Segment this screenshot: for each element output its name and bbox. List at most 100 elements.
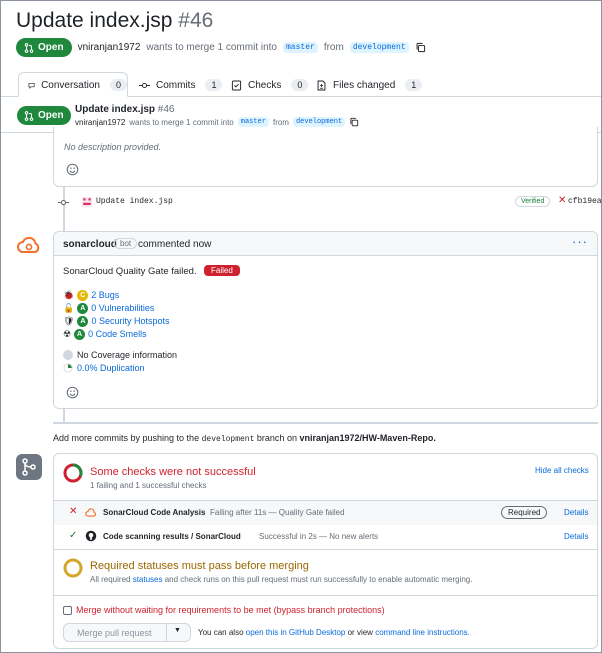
duplication-icon [63,363,73,373]
push-hint-middle: branch on [256,433,297,443]
fail-x-icon: ✕ [69,506,78,517]
rating-a-icon: A [74,329,86,340]
metric-vulnerabilities-link[interactable]: 0 Vulnerabilities [91,302,154,315]
tab-conversation[interactable]: Conversation 0 [18,72,128,97]
bug-icon: 🐞 [63,290,75,300]
pending-status-ring-icon [63,558,83,578]
push-hint: Add more commits by pushing to the devel… [53,433,436,444]
github-desktop-link[interactable]: open this in GitHub Desktop [246,628,346,637]
checklist-icon [231,80,242,90]
hide-all-checks-link[interactable]: Hide all checks [535,466,589,475]
copy-icon[interactable] [415,42,426,53]
bot-badge: bot [114,238,138,249]
push-hint-repo[interactable]: vniranjan1972/HW-Maven-Repo. [299,433,435,443]
divider [54,595,597,596]
description-text: No description provided. [64,142,162,152]
tab-commits-label: Commits [156,79,196,91]
commit-icon [58,199,69,206]
bypass-row: Merge without waiting for requirements t… [63,605,385,615]
metric-code-smells: ☢ A 0 Code Smells [63,328,169,341]
sonarcloud-avatar[interactable] [15,231,43,259]
pr-title-row: Update index.jsp #46 [16,9,213,33]
copy-icon[interactable] [349,117,359,127]
coverage-text: No Coverage information [77,350,178,360]
base-branch[interactable]: master [283,42,318,53]
verified-badge[interactable]: Verified [515,196,551,207]
comment-header: sonarcloud bot commented now ··· [54,232,597,256]
push-hint-prefix: Add more commits by pushing to the [53,433,200,443]
metric-code-smells-link[interactable]: 0 Code Smells [88,328,147,341]
comment-icon [28,82,35,89]
bypass-label[interactable]: Merge without waiting for requirements t… [76,605,385,615]
duplication-row: 0.0% Duplication [63,363,145,373]
tab-files-changed[interactable]: Files changed 1 [316,72,423,98]
checks-status-ring-icon [63,463,83,483]
check-row: ✕ SonarCloud Code Analysis Failing after… [54,501,597,525]
required-title: Required statuses must pass before mergi… [90,560,309,572]
sticky-head-branch[interactable]: development [292,117,346,127]
shield-icon: 🛡 [63,316,75,326]
checks-subtitle: 1 failing and 1 successful checks [90,481,207,490]
sticky-title-row: Update index.jsp #46 [75,104,174,115]
merge-pull-request-button[interactable]: Merge pull request [77,628,152,638]
sonarcloud-comment-card: sonarcloud bot commented now ··· SonarCl… [53,231,598,409]
sticky-open-badge: Open [17,106,71,125]
commit-fail-icon[interactable]: ✕ [558,195,566,206]
head-branch[interactable]: development [349,42,409,53]
author-link[interactable]: vniranjan1972 [78,42,141,53]
sticky-author[interactable]: vniranjan1972 [75,118,125,127]
merge-method-dropdown-icon[interactable]: ▼ [174,627,181,634]
merge-hint-or: or view [347,628,373,637]
tab-conversation-count: 0 [109,79,127,91]
kebab-menu-icon[interactable]: ··· [572,234,588,249]
pr-title: Update index.jsp [16,9,173,32]
checks-title: Some checks were not successful [90,466,256,478]
git-merge-icon [22,458,36,476]
merge-hint: You can also open this in GitHub Desktop… [198,628,470,637]
pull-request-icon [24,42,34,53]
metric-bugs-link[interactable]: 2 Bugs [91,289,119,302]
metric-hotspots-link[interactable]: 0 Security Hotspots [91,315,169,328]
metric-bugs: 🐞 C 2 Bugs [63,289,169,302]
lock-icon: 🔓 [63,303,75,313]
commit-message[interactable]: Update index.jsp [96,197,173,206]
statuses-link[interactable]: statuses [133,575,163,584]
tab-commits-count: 1 [205,79,223,91]
check-details-link[interactable]: Details [564,532,588,541]
check-name: Code scanning results / SonarCloud [103,532,241,541]
user-avatar-icon[interactable] [81,196,93,208]
coverage-row: No Coverage information [63,350,177,360]
comment-author[interactable]: sonarcloud [63,239,117,250]
emoji-reaction-icon[interactable] [66,163,79,176]
required-text-suffix: and check runs on this pull request must… [164,575,473,584]
merge-hint-prefix: You can also [198,628,244,637]
from-text: from [323,42,344,53]
emoji-reaction-icon[interactable] [66,386,79,399]
sticky-base-branch[interactable]: master [237,117,269,127]
bypass-checkbox[interactable] [63,605,72,615]
open-status-badge: Open [16,38,72,57]
merge-box-icon [16,454,42,480]
divider [54,549,597,550]
push-hint-branch: development [201,435,255,444]
comment-time[interactable]: commented now [138,239,211,250]
success-check-icon: ✓ [69,530,78,541]
tab-checks[interactable]: Checks 0 [231,72,309,98]
sticky-title[interactable]: Update index.jsp [75,104,155,115]
tab-commits[interactable]: Commits 1 [139,72,223,98]
duplication-link[interactable]: 0.0% Duplication [77,363,145,373]
metric-vulnerabilities: 🔓 A 0 Vulnerabilities [63,302,169,315]
required-text: All required statuses and check runs on … [90,575,472,584]
commit-sha[interactable]: cfb19ea [568,197,602,206]
pr-meta: Open vniranjan1972 wants to merge 1 comm… [16,38,426,57]
merge-button-group: Merge pull request ▼ [63,623,191,642]
check-desc: Failing after 11s — Quality Gate failed [210,508,345,517]
metric-hotspots: 🛡 A 0 Security Hotspots [63,315,169,328]
tab-checks-label: Checks [248,79,282,91]
radiation-icon: ☢ [63,329,72,339]
rating-a-icon: A [77,303,89,314]
check-details-link[interactable]: Details [564,508,588,517]
cli-instructions-link[interactable]: command line instructions. [375,628,470,637]
commit-icon [139,82,150,88]
rating-c-icon: C [77,290,89,301]
